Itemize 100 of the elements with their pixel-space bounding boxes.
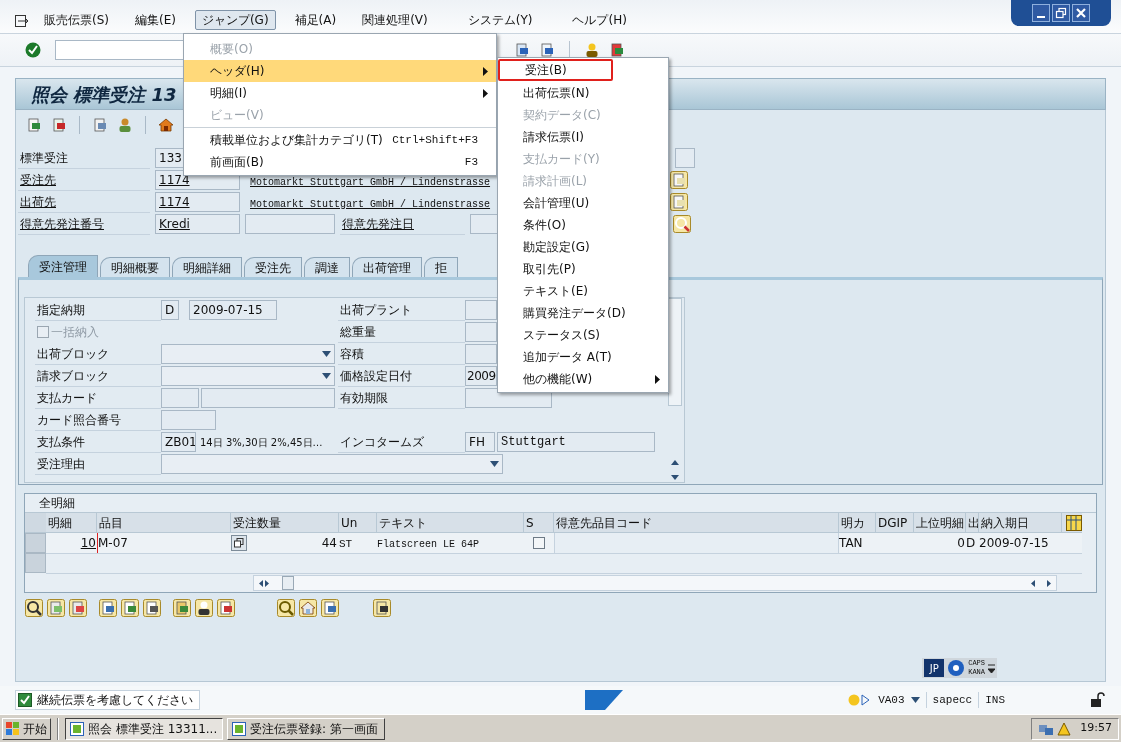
menu-item[interactable]: 購買発注データ(D)	[498, 302, 668, 324]
incoterms-code-field[interactable]: FH	[465, 432, 495, 452]
transaction-code[interactable]: VA03	[878, 691, 905, 709]
tab[interactable]: 明細詳細	[172, 257, 242, 277]
card-reference-field[interactable]	[161, 410, 216, 430]
dropdown-field[interactable]	[161, 344, 335, 364]
header-value-field[interactable]: Kredi	[155, 214, 240, 234]
house-icon[interactable]	[157, 116, 175, 134]
table-row[interactable]: 10 M-07 44 ST Flatscreen LE 64P TAN 0 D 2009-07-15	[46, 533, 1082, 554]
list-icon[interactable]	[99, 599, 117, 617]
partner-name[interactable]: Motomarkt Stuttgart GmbH / Lindenstrasse	[250, 177, 491, 188]
tab[interactable]: 受注管理	[28, 255, 98, 277]
magnifier-icon[interactable]	[25, 599, 43, 617]
tab[interactable]: 出荷管理	[352, 257, 422, 277]
scroll-down-icon[interactable]	[671, 475, 679, 480]
menu-bar-item[interactable]: 関連処理(V)	[355, 10, 435, 30]
incoterms-place-field[interactable]: Stuttgart	[497, 432, 655, 452]
menu-item[interactable]: ステータス(S)	[498, 324, 668, 346]
table-settings-icon[interactable]	[1066, 515, 1082, 531]
card-name-field[interactable]	[201, 388, 335, 408]
language-indicator[interactable]: JP	[924, 659, 945, 677]
date-field[interactable]: 2009-07-15	[189, 300, 277, 320]
column-header[interactable]: 上位明細	[914, 513, 966, 532]
lock-icon[interactable]	[1090, 692, 1106, 708]
field-label[interactable]: 得意先発注番号	[20, 214, 104, 233]
menu-item[interactable]: テキスト(E)	[498, 280, 668, 302]
column-header[interactable]: 納入期日	[979, 513, 1062, 532]
header-value-field[interactable]: 1174	[155, 192, 240, 212]
form-field[interactable]	[465, 300, 497, 320]
copy-button[interactable]	[231, 535, 247, 551]
menu-item[interactable]: 条件(O)	[498, 214, 668, 236]
status-message[interactable]: 継続伝票を考慮してください	[15, 690, 200, 710]
card-field[interactable]	[161, 388, 199, 408]
minimize-button[interactable]	[1032, 4, 1050, 22]
menu-bar-item[interactable]: 販売伝票(S)	[37, 10, 116, 30]
po-number-field[interactable]	[245, 214, 335, 234]
menu-bar-item[interactable]: ヘルプ(H)	[565, 10, 634, 30]
date-field[interactable]: D	[161, 300, 179, 320]
column-header[interactable]: テキスト	[377, 513, 524, 532]
field-label[interactable]: 受注先	[20, 170, 56, 189]
scroll-up-icon[interactable]	[671, 460, 679, 465]
dropdown-field[interactable]	[161, 366, 335, 386]
document-icon[interactable]	[670, 193, 688, 211]
material-cell[interactable]: M-07	[98, 534, 128, 552]
vertical-scrollbar[interactable]	[668, 298, 682, 482]
column-header[interactable]: 得意先品目コード	[554, 513, 839, 532]
form-field[interactable]	[465, 344, 497, 364]
terms-code-field[interactable]: ZB01	[161, 432, 196, 452]
menu-item[interactable]: 請求伝票(I)	[498, 126, 668, 148]
dropdown-field[interactable]	[161, 454, 503, 474]
column-header[interactable]: 明細	[46, 513, 97, 532]
item-number[interactable]: 10	[80, 536, 96, 550]
tab[interactable]: 拒	[424, 257, 458, 277]
taskbar-button[interactable]: 受注伝票登録: 第一画面	[227, 717, 385, 740]
document-search-icon[interactable]	[673, 215, 691, 233]
menu-item[interactable]: 明細(I)	[184, 82, 496, 104]
form-field[interactable]: 2009	[465, 366, 497, 386]
menu-item[interactable]: 積載単位および集計カテゴリ(T) Ctrl+Shift+F3	[184, 129, 496, 151]
list-detail-icon[interactable]	[143, 599, 161, 617]
menu-item[interactable]: ヘッダ(H)	[184, 60, 496, 82]
menu-item[interactable]: 会計管理(U)	[498, 192, 668, 214]
form-field[interactable]	[465, 322, 497, 342]
checkbox[interactable]	[533, 537, 545, 549]
field-label[interactable]: 得意先発注日	[342, 214, 414, 233]
menu-item[interactable]: 勘定設定(G)	[498, 236, 668, 258]
menu-bar-item[interactable]: システム(Y)	[460, 10, 540, 30]
document-icon[interactable]	[670, 171, 688, 189]
column-header[interactable]: DGIP	[876, 513, 914, 532]
menu-icon[interactable]	[15, 15, 29, 27]
menu-bar-item[interactable]: 補足(A)	[287, 10, 344, 30]
column-header[interactable]: S	[524, 513, 554, 532]
column-header[interactable]: 受注数量	[231, 513, 339, 532]
column-header[interactable]: 品目	[97, 513, 231, 532]
window-arrow-icon[interactable]	[538, 41, 556, 59]
menu-item[interactable]: 出荷伝票(N)	[498, 82, 668, 104]
stack-icon[interactable]	[373, 599, 391, 617]
menu-item[interactable]: 取引先(P)	[498, 258, 668, 280]
column-header[interactable]: Un	[339, 513, 377, 532]
menu-bar-item[interactable]: 編集(E)	[128, 10, 183, 30]
caret-icon[interactable]	[988, 663, 995, 673]
menu-item[interactable]: 追加データ A(T)	[498, 346, 668, 368]
scroll-thumb[interactable]	[282, 576, 294, 590]
taskbar-button[interactable]: 照会 標準受注 13311...	[65, 717, 223, 740]
warning-tray-icon[interactable]	[1057, 721, 1072, 736]
document-icon[interactable]	[91, 116, 109, 134]
menu-item[interactable]: 受注(B)	[498, 59, 613, 81]
window-icon[interactable]	[513, 41, 531, 59]
tab[interactable]: 明細概要	[100, 257, 170, 277]
start-button[interactable]: 开始	[2, 717, 51, 740]
menu-item[interactable]: 前画面(B) F3	[184, 151, 496, 173]
menu-bar-item[interactable]: ジャンプ(G)	[194, 10, 276, 30]
enter-icon[interactable]	[25, 42, 41, 58]
chart-icon[interactable]	[217, 599, 235, 617]
column-header[interactable]: 出	[966, 513, 979, 532]
column-header[interactable]: 明カ	[839, 513, 876, 532]
layout-icon[interactable]	[608, 41, 626, 59]
restore-button[interactable]	[1052, 4, 1070, 22]
delete-row-icon[interactable]	[69, 599, 87, 617]
partner-name[interactable]: Motomarkt Stuttgart GmbH / Lindenstrasse	[250, 199, 491, 210]
tab[interactable]: 調達	[304, 257, 350, 277]
